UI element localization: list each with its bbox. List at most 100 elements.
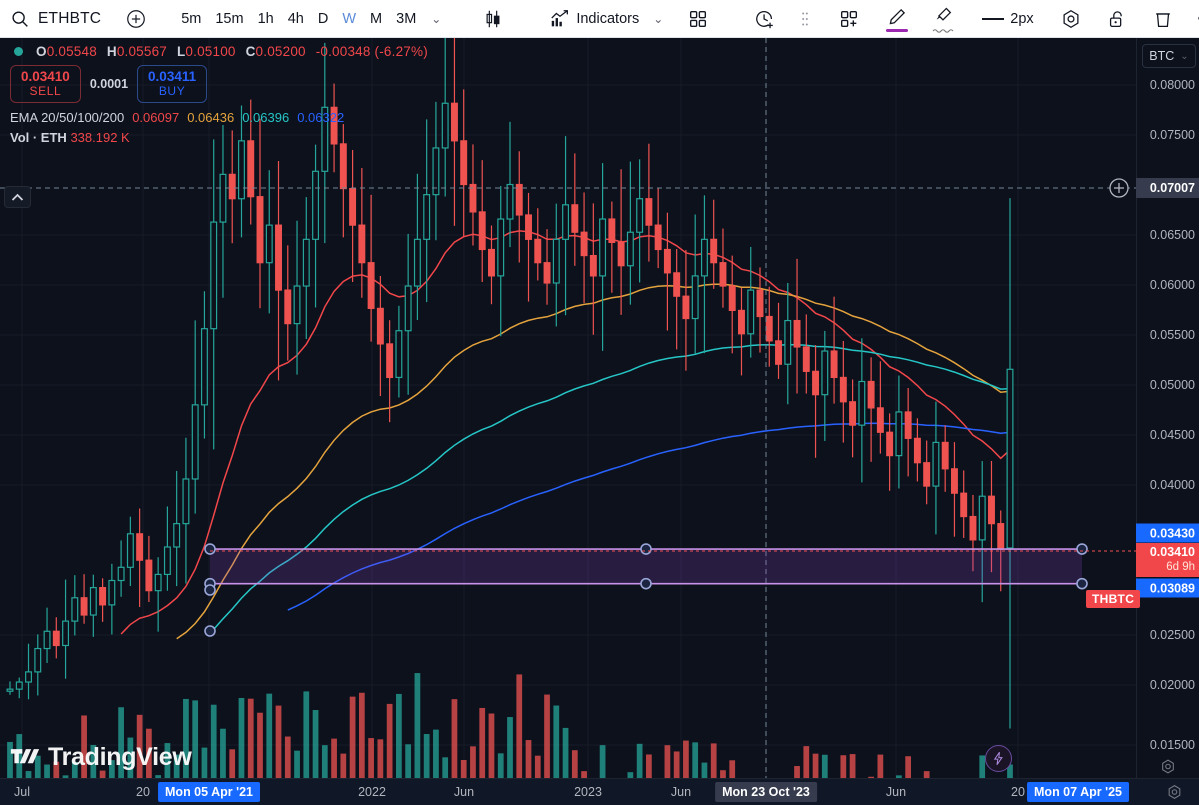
chart-pane[interactable] — [0, 38, 1136, 778]
ema-100-value: 0.06396 — [242, 110, 289, 125]
bar-replay-button[interactable] — [748, 4, 782, 34]
ohlc-close-value: 0.05200 — [256, 44, 306, 59]
candlestick-chart — [0, 38, 1136, 778]
time-axis-settings-button[interactable] — [1166, 784, 1183, 801]
unlock-icon — [1106, 8, 1128, 30]
ohlc-high-key: H — [107, 44, 117, 59]
price-axis[interactable]: BTC ⌄ 0.080000.075000.065000.060000.0550… — [1136, 38, 1199, 778]
drawing-anchor-left — [205, 585, 215, 595]
drag-handle-button[interactable] — [788, 4, 822, 34]
brush-tool-button[interactable] — [926, 4, 960, 34]
grid-layout-icon — [687, 8, 709, 30]
ema-50-value: 0.06436 — [187, 110, 234, 125]
tradingview-chart-app: ETHBTC 5m15m1h4hDWM3M ⌄ — [0, 0, 1199, 805]
buy-price: 0.03411 — [148, 69, 196, 85]
buy-sell-widget: 0.03410 SELL 0.0001 0.03411 BUY — [10, 65, 428, 103]
delete-button[interactable] — [1146, 4, 1180, 34]
pencil-tool-button[interactable] — [880, 4, 914, 34]
time-selection-start-label[interactable]: Mon 05 Apr '21 — [158, 782, 260, 802]
price-tick: 0.06500 — [1150, 228, 1195, 242]
line-width-icon — [980, 14, 1006, 24]
drawing-anchor — [641, 544, 651, 554]
chevron-up-icon — [11, 193, 24, 202]
more-options-button[interactable]: ••• — [1192, 4, 1199, 34]
indicators-button[interactable]: Indicators — [543, 4, 645, 34]
chart-type-button[interactable] — [476, 4, 510, 34]
layout-button[interactable] — [681, 4, 715, 34]
timeframe-3M[interactable]: 3M — [389, 5, 423, 33]
timeframe-D[interactable]: D — [311, 5, 335, 33]
volume-legend-row[interactable]: Vol · ETH 338.192 K — [10, 130, 428, 145]
price-tick: 0.04500 — [1150, 428, 1195, 442]
ink-brush-icon — [932, 5, 954, 27]
lightning-button[interactable] — [985, 745, 1012, 772]
drawing-settings-button[interactable] — [1054, 4, 1088, 34]
ohlc-open-value: 0.05548 — [47, 44, 97, 59]
add-layout-button[interactable] — [832, 4, 866, 34]
chevron-down-icon-3: ⌄ — [1180, 51, 1188, 62]
ohlc-close-key: C — [246, 44, 256, 59]
status-dot-icon — [14, 47, 23, 56]
chart-container[interactable]: O0.05548 H0.05567 L0.05100 C0.05200 -0.0… — [0, 38, 1199, 805]
ema-20-value: 0.06097 — [132, 110, 179, 125]
position-price: 0.03410 — [1136, 545, 1195, 560]
timeframe-1h[interactable]: 1h — [251, 5, 281, 33]
time-tick: 20 — [1011, 785, 1025, 799]
drawing-anchor — [641, 579, 651, 589]
timeframe-M[interactable]: M — [363, 5, 389, 33]
ohlc-low-value: 0.05100 — [185, 44, 235, 59]
pen-color-swatch — [886, 29, 908, 32]
candlestick-icon — [482, 8, 504, 30]
ema-200-value: 0.06322 — [297, 110, 344, 125]
ema-title: EMA 20/50/100/200 — [10, 110, 124, 125]
timeframe-15m[interactable]: 15m — [208, 5, 250, 33]
indicators-chevron-button[interactable]: ⌄ — [645, 4, 669, 34]
drawing-anchor — [1077, 579, 1087, 589]
chevron-down-icon-2: ⌄ — [653, 12, 663, 26]
drag-handle-icon — [794, 8, 816, 30]
gear-nut-icon-2 — [1160, 758, 1177, 775]
timeframe-4h[interactable]: 4h — [281, 5, 311, 33]
lightning-bolt-icon — [991, 751, 1006, 766]
price-axis-settings-button[interactable] — [1160, 758, 1177, 775]
sell-button[interactable]: 0.03410 SELL — [10, 65, 81, 103]
price-lower-band-label[interactable]: 0.03089 — [1136, 579, 1199, 598]
time-tick: 2023 — [574, 785, 602, 799]
collapse-pane-button[interactable] — [4, 186, 31, 208]
price-tick: 0.02000 — [1150, 678, 1195, 692]
buy-button[interactable]: 0.03411 BUY — [137, 65, 207, 103]
timeframe-more-button[interactable]: ⌄ — [423, 4, 447, 34]
price-upper-band-label[interactable]: 0.03430 — [1136, 524, 1199, 543]
time-axis[interactable]: Jul202022Jun2023Jun4Jun20 Mon 23 Oct '23… — [0, 778, 1199, 805]
symbol-search[interactable]: ETHBTC — [0, 8, 101, 30]
ema-legend-row[interactable]: EMA 20/50/100/200 0.06097 0.06436 0.0639… — [10, 110, 428, 125]
drawing-anchor-left — [205, 626, 215, 636]
indicators-label: Indicators — [576, 11, 639, 27]
price-tick: 0.01500 — [1150, 738, 1195, 752]
ohlc-change: -0.00348 (-6.27%) — [316, 44, 428, 59]
top-toolbar: ETHBTC 5m15m1h4hDWM3M ⌄ — [0, 0, 1199, 38]
sell-price: 0.03410 — [21, 69, 70, 85]
line-width-button[interactable]: 2px — [974, 4, 1039, 34]
price-tick: 0.04000 — [1150, 478, 1195, 492]
timeframe-5m[interactable]: 5m — [174, 5, 208, 33]
position-tag[interactable]: THBTC — [1086, 590, 1140, 608]
currency-selector[interactable]: BTC ⌄ — [1142, 44, 1196, 68]
time-tick: Jun — [454, 785, 474, 799]
timeframe-W[interactable]: W — [335, 5, 363, 33]
price-tick: 0.05000 — [1150, 378, 1195, 392]
price-position-label[interactable]: 0.03410 6d 9h — [1136, 543, 1199, 577]
ohlc-open-key: O — [36, 44, 47, 59]
chart-legend: O0.05548 H0.05567 L0.05100 C0.05200 -0.0… — [8, 44, 428, 145]
price-tick: 0.02500 — [1150, 628, 1195, 642]
indicators-icon — [549, 8, 571, 30]
price-crosshair-label: 0.07007 — [1136, 178, 1199, 198]
add-layout-icon — [838, 8, 860, 30]
volume-value: 338.192 K — [70, 130, 129, 145]
crosshair-add-button — [1110, 179, 1128, 197]
add-symbol-button[interactable] — [119, 4, 153, 34]
plus-circle-icon — [125, 8, 147, 30]
lock-button[interactable] — [1100, 4, 1134, 34]
search-icon — [9, 8, 31, 30]
time-selection-end-label[interactable]: Mon 07 Apr '25 — [1027, 782, 1129, 802]
